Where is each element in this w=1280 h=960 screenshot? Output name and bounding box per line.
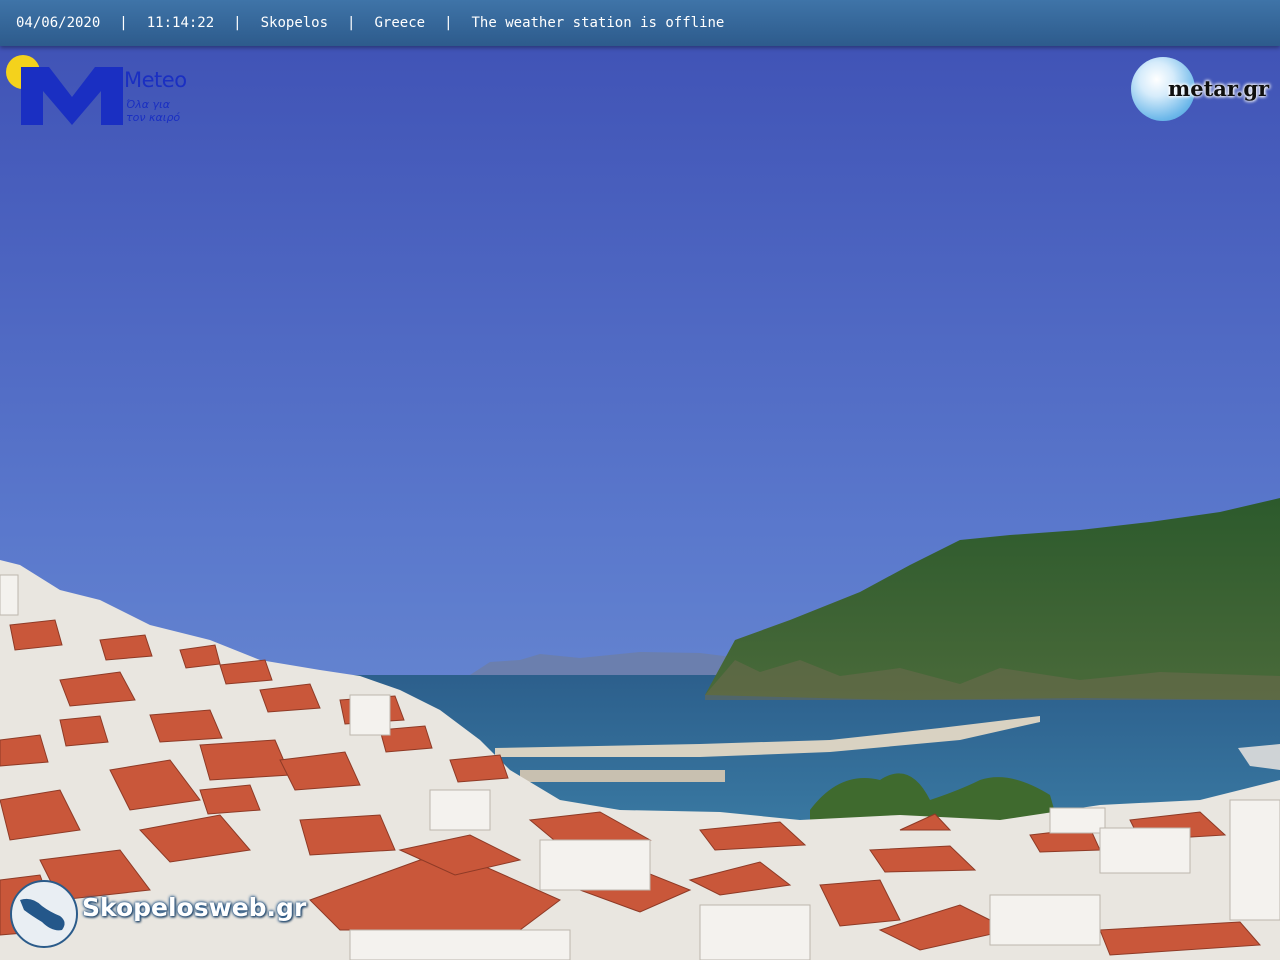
meteo-m-icon (21, 67, 123, 125)
time-text: 11:14:22 (146, 15, 215, 31)
separator: | (119, 15, 128, 31)
meteo-tagline: Όλα για τον καιρό (126, 98, 180, 124)
separator: | (233, 15, 242, 31)
island-map-icon (10, 880, 78, 948)
metar-logo-text: metar.gr (1168, 76, 1270, 101)
skopelosweb-logo[interactable]: Skopelosweb.gr (10, 880, 330, 950)
harbor-pier (520, 770, 725, 782)
skopelosweb-logo-text: Skopelosweb.gr (82, 893, 307, 922)
meteo-tagline-line-2: τον καιρό (126, 111, 181, 124)
station-status-text: The weather station is offline (471, 15, 725, 31)
meteo-tagline-line-1: Όλα για (126, 98, 170, 111)
info-bar: 04/06/2020 | 11:14:22 | Skopelos | Greece | The … (0, 0, 1280, 46)
meteo-brand-text: Meteo (124, 68, 187, 92)
country-text: Greece (374, 15, 426, 31)
webcam-scene (0, 0, 1280, 960)
metar-logo[interactable]: metar.gr (1128, 55, 1276, 125)
separator: | (444, 15, 453, 31)
meteo-logo[interactable]: Meteo Όλα για τον καιρό (6, 55, 206, 130)
date-text: 04/06/2020 (16, 15, 101, 31)
separator: | (347, 15, 356, 31)
location-text: Skopelos (260, 15, 329, 31)
island-shape-icon (20, 898, 65, 931)
